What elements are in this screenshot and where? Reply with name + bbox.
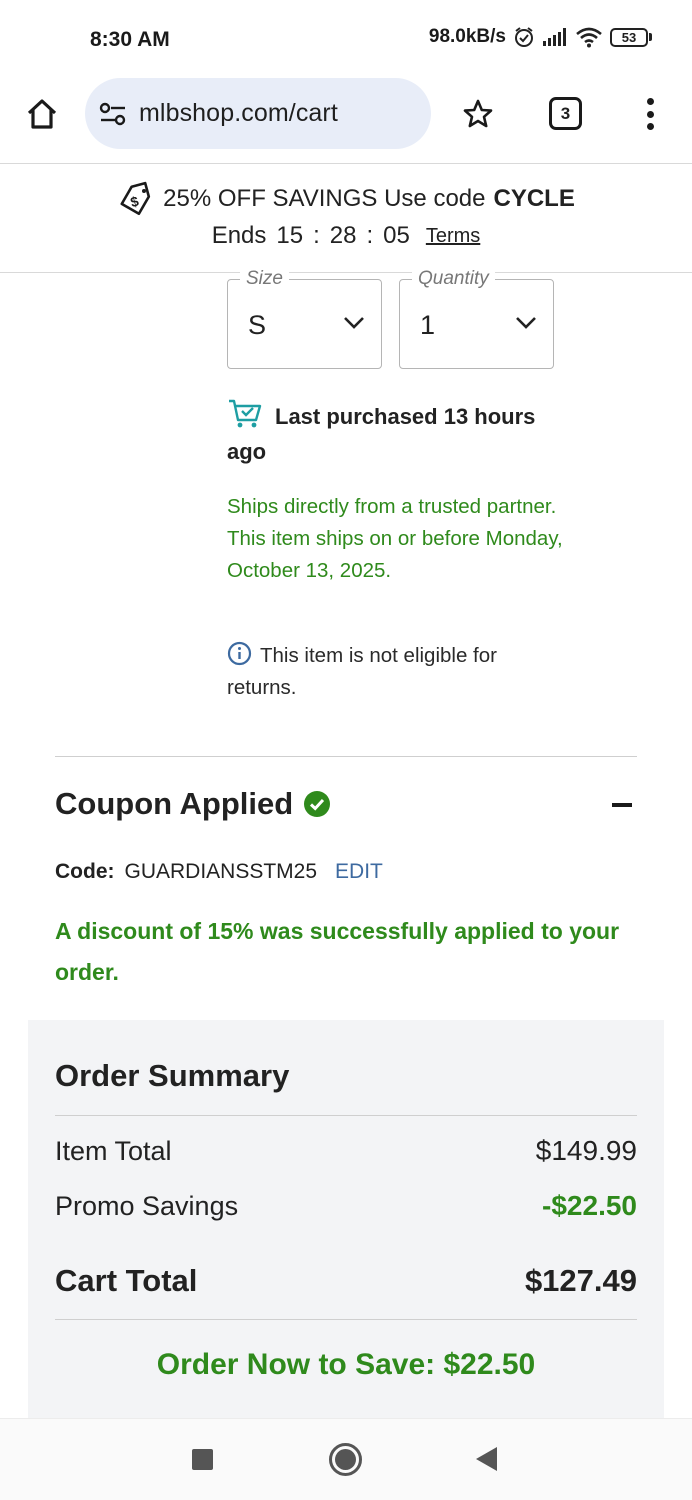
bookmark-button[interactable] [458, 94, 498, 134]
promo-banner: $ 25% OFF SAVINGS Use code CYCLE Ends 15… [0, 163, 692, 273]
size-label: Size [240, 268, 289, 290]
cart-total-value: $127.49 [524, 1263, 637, 1298]
size-select[interactable]: Size S [227, 268, 382, 369]
tabs-icon[interactable]: 3 [549, 97, 582, 130]
price-tag-icon: $ [120, 181, 151, 216]
promo-code: CYCLE [493, 185, 575, 212]
coupon-code-row: Code: GUARDIANSSTM25 EDIT [55, 860, 383, 884]
countdown-minutes: 28 [329, 222, 357, 249]
signal-icon [543, 28, 566, 46]
bookmark-star-icon [463, 99, 493, 128]
shipping-note: Ships directly from a trusted partner. T… [227, 495, 563, 582]
coupon-success-message: A discount of 15% was successfully appli… [55, 918, 620, 985]
countdown-separator: : [366, 222, 374, 249]
quantity-select[interactable]: Quantity 1 [399, 268, 554, 369]
home-nav-icon[interactable] [329, 1443, 362, 1476]
coupon-edit-link[interactable]: EDIT [335, 860, 383, 884]
cart-total-row: Cart Total $127.49 [55, 1263, 637, 1299]
divider [55, 756, 637, 757]
quantity-value[interactable]: 1 [420, 310, 435, 341]
battery-level: 53 [610, 27, 648, 47]
cart-check-icon [229, 399, 262, 428]
coupon-code-label: Code: [55, 860, 115, 883]
order-summary-panel: Order Summary Item Total $149.99 Promo S… [28, 1020, 664, 1420]
url-text[interactable]: mlbshop.com/cart [139, 99, 338, 128]
returns-note: This item is not eligible for returns. [227, 640, 557, 704]
coupon-title: Coupon Applied [55, 786, 294, 821]
home-icon [27, 99, 57, 129]
status-icons: 98.0kB/s 53 [429, 26, 652, 48]
address-bar[interactable]: mlbshop.com/cart [85, 78, 431, 149]
cart-total-label: Cart Total [55, 1263, 198, 1298]
returns-note-text: This item is not eligible for returns. [227, 644, 497, 699]
terms-link[interactable]: Terms [426, 225, 480, 248]
chevron-down-icon [344, 317, 364, 329]
recent-apps-icon[interactable] [192, 1449, 213, 1470]
coupon-heading: Coupon Applied [55, 786, 331, 822]
quantity-label: Quantity [412, 268, 495, 290]
promo-countdown: Ends 15 : 28 : 05 Terms [0, 222, 692, 250]
status-bar: 8:30 AM 98.0kB/s 53 [0, 0, 692, 78]
coupon-code-value: GUARDIANSSTM25 [124, 860, 318, 883]
chevron-down-icon [516, 317, 536, 329]
check-circle-icon [304, 791, 331, 817]
promo-savings-row: Promo Savings -$22.50 [55, 1190, 637, 1222]
item-total-value: $149.99 [535, 1135, 637, 1166]
collapse-icon[interactable] [612, 803, 632, 807]
item-total-label: Item Total [55, 1136, 172, 1166]
order-now-message: Order Now to Save: $22.50 [156, 1348, 536, 1381]
promo-offer: $ 25% OFF SAVINGS Use code CYCLE [0, 180, 692, 218]
info-icon [227, 641, 252, 666]
countdown-separator: : [313, 222, 320, 249]
countdown-hours: 15 [276, 222, 304, 249]
site-settings-icon[interactable] [99, 102, 127, 126]
divider [55, 1319, 637, 1320]
countdown-label: Ends [211, 222, 267, 249]
promo-savings-value: -$22.50 [542, 1190, 637, 1221]
back-icon[interactable] [476, 1447, 497, 1471]
wifi-icon [576, 27, 602, 48]
divider [55, 1115, 637, 1116]
battery-icon: 53 [610, 27, 652, 47]
order-summary-title: Order Summary [55, 1058, 290, 1093]
size-value[interactable]: S [248, 310, 266, 341]
status-time: 8:30 AM [90, 28, 170, 51]
promo-offer-text: 25% OFF SAVINGS Use code [163, 185, 486, 212]
more-menu-icon[interactable] [636, 94, 664, 134]
last-purchased-notice: Last purchased 13 hours ago [227, 398, 577, 469]
browser-toolbar: mlbshop.com/cart 3 [0, 78, 692, 163]
item-total-row: Item Total $149.99 [55, 1135, 637, 1167]
network-speed: 98.0kB/s [428, 26, 506, 47]
system-nav-bar [0, 1418, 692, 1500]
promo-savings-label: Promo Savings [55, 1191, 239, 1221]
home-button[interactable] [22, 94, 62, 134]
alarm-icon [515, 27, 533, 47]
last-purchased-text: Last purchased 13 hours ago [227, 404, 536, 464]
countdown-seconds: 05 [383, 222, 410, 249]
